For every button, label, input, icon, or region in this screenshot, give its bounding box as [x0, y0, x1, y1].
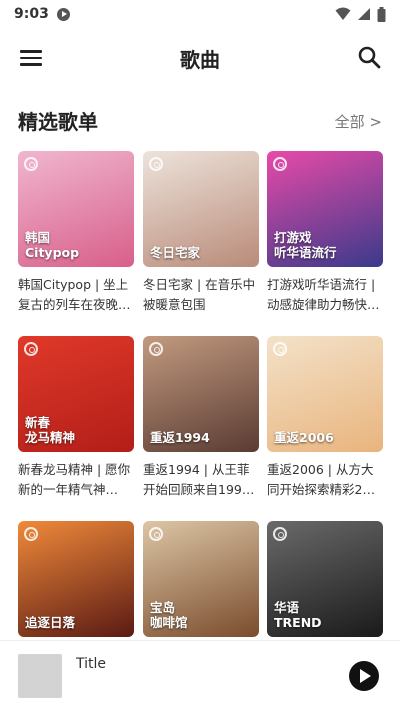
music-logo-icon	[24, 157, 38, 171]
app-bar: 歌曲	[0, 36, 400, 80]
playlist-cover: 追逐日落	[18, 521, 134, 637]
music-logo-icon	[273, 342, 287, 356]
playlist-description: 冬日宅家 | 在音乐中被暖意包围	[143, 277, 256, 312]
playlist-card[interactable]: 打游戏 听华语流行 打游戏听华语流行 | 动感旋律助力畅快…	[267, 151, 383, 315]
playlist-cover: 韩国 Citypop	[18, 151, 134, 267]
playlist-description: 韩国Citypop | 坐上复古的列车在夜晚…	[18, 277, 131, 312]
play-icon[interactable]	[349, 661, 379, 691]
playlist-card[interactable]: 韩国 Citypop 韩国Citypop | 坐上复古的列车在夜晚…	[18, 151, 134, 315]
now-playing-title: Title	[76, 656, 107, 672]
playlist-card[interactable]: 追逐日落	[18, 521, 134, 637]
playlist-card[interactable]: 新春 龙马精神 新春龙马精神 | 愿你新的一年精气神…	[18, 336, 134, 500]
view-all-link[interactable]: 全部 >	[335, 111, 382, 132]
wifi-icon	[335, 7, 351, 20]
cover-label: 冬日宅家	[150, 245, 201, 261]
cover-label: 韩国 Citypop	[25, 229, 80, 261]
playlist-card[interactable]: 华语 TREND	[267, 521, 383, 637]
playlist-cover: 打游戏 听华语流行	[267, 151, 383, 267]
playlist-cover: 宝岛 咖啡馆	[143, 521, 259, 637]
playlist-cover: 冬日宅家	[143, 151, 259, 267]
music-logo-icon	[24, 342, 38, 356]
music-logo-icon	[149, 157, 163, 171]
cover-label: 重返1994	[150, 430, 210, 446]
search-icon[interactable]	[356, 44, 382, 70]
playlist-card[interactable]: 重返2006 重返2006 | 从方大同开始探索精彩2…	[267, 336, 383, 500]
status-icons	[335, 6, 386, 22]
media-notification-icon	[56, 7, 70, 21]
mini-player[interactable]: Title	[0, 640, 400, 711]
cover-label: 宝岛 咖啡馆	[150, 599, 188, 631]
cover-label: 新春 龙马精神	[25, 414, 76, 446]
signal-icon	[358, 8, 370, 20]
playlist-cover: 重返1994	[143, 336, 259, 452]
status-time: 9:03	[14, 6, 49, 22]
playlist-description: 重返2006 | 从方大同开始探索精彩2…	[267, 462, 375, 497]
playlist-description: 打游戏听华语流行 | 动感旋律助力畅快…	[267, 277, 380, 312]
music-logo-icon	[149, 342, 163, 356]
cover-label: 打游戏 听华语流行	[274, 229, 337, 261]
featured-playlists-header: 精选歌单 全部 >	[18, 106, 382, 136]
playlist-cover: 重返2006	[267, 336, 383, 452]
cover-label: 追逐日落	[25, 615, 76, 631]
battery-icon	[377, 6, 386, 22]
cover-label: 重返2006	[274, 430, 334, 446]
playlist-card[interactable]: 宝岛 咖啡馆	[143, 521, 259, 637]
playlist-cover: 华语 TREND	[267, 521, 383, 637]
status-bar: 9:03	[0, 0, 400, 28]
music-logo-icon	[24, 527, 38, 541]
section-title: 精选歌单	[18, 110, 98, 134]
now-playing-artwork	[18, 654, 62, 698]
cover-label: 华语 TREND	[274, 599, 322, 631]
playlist-cover: 新春 龙马精神	[18, 336, 134, 452]
music-logo-icon	[273, 157, 287, 171]
page-title: 歌曲	[180, 48, 220, 72]
playlist-description: 新春龙马精神 | 愿你新的一年精气神…	[18, 462, 131, 497]
playlist-card[interactable]: 重返1994 重返1994 | 从王菲开始回顾来自199…	[143, 336, 259, 500]
music-logo-icon	[149, 527, 163, 541]
playlist-card[interactable]: 冬日宅家 冬日宅家 | 在音乐中被暖意包围	[143, 151, 259, 315]
playlist-description: 重返1994 | 从王菲开始回顾来自199…	[143, 462, 255, 497]
music-logo-icon	[273, 527, 287, 541]
